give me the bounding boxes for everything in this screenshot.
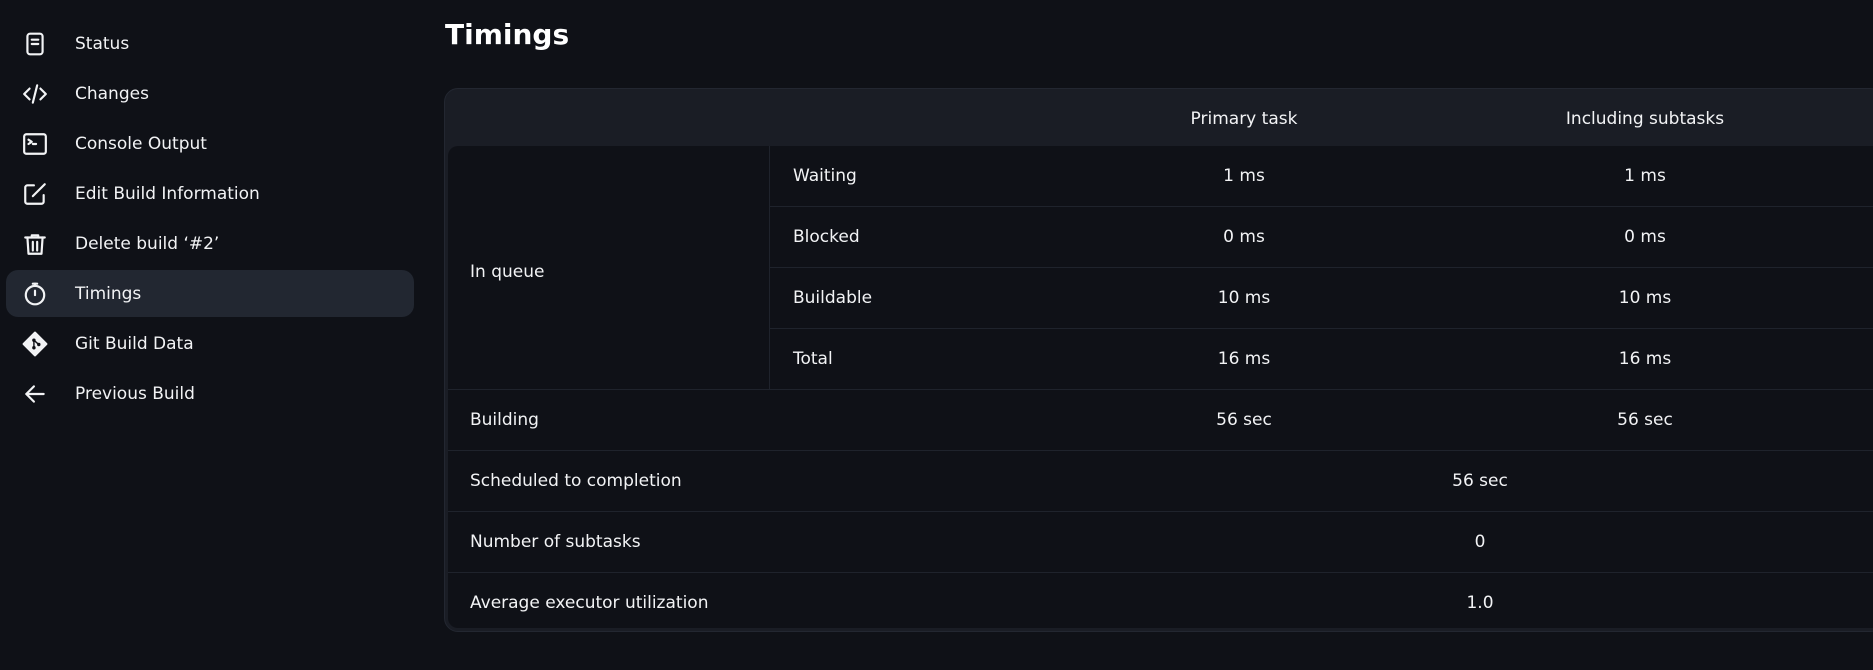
sidebar-item-git-build-data[interactable]: Git Build Data [6, 320, 414, 367]
column-header-primary-task: Primary task [1190, 109, 1298, 129]
table-header: Primary task Including subtasks [445, 89, 1873, 145]
sidebar-item-label: Changes [75, 83, 149, 104]
row-label-buildable: Buildable [793, 288, 873, 308]
terminal-icon [21, 130, 49, 158]
row-label-in-queue: In queue [470, 262, 545, 282]
page: Status Changes Console Output Edit Build… [0, 0, 1873, 670]
arrow-left-icon [21, 380, 49, 408]
sidebar-item-label: Console Output [75, 133, 207, 154]
cell-building-primary: 56 sec [1216, 410, 1272, 430]
cell-waiting-subtasks: 1 ms [1624, 166, 1666, 186]
sidebar-item-delete-build[interactable]: Delete build ‘#2’ [6, 220, 414, 267]
sidebar-item-timings[interactable]: Timings [6, 270, 414, 317]
row-label-scheduled-to-completion: Scheduled to completion [470, 471, 682, 491]
cell-scheduled-value: 56 sec [1452, 471, 1508, 491]
timings-table: Primary task Including subtasks In queue… [444, 88, 1873, 632]
sidebar-item-label: Status [75, 33, 130, 54]
sidebar-item-label: Timings [75, 283, 142, 304]
sidebar-item-status[interactable]: Status [6, 20, 414, 67]
git-icon [21, 330, 49, 358]
divider [448, 450, 1873, 451]
row-label-blocked: Blocked [793, 227, 860, 247]
sidebar-item-label: Previous Build [75, 383, 195, 404]
sidebar-item-label: Edit Build Information [75, 183, 260, 204]
cell-waiting-primary: 1 ms [1223, 166, 1265, 186]
column-header-including-subtasks: Including subtasks [1565, 109, 1725, 129]
cell-total-primary: 16 ms [1217, 349, 1271, 369]
cell-subtasks-value: 0 [1474, 532, 1486, 552]
row-label-number-of-subtasks: Number of subtasks [470, 532, 641, 552]
sidebar-item-label: Git Build Data [75, 333, 194, 354]
document-icon [21, 30, 49, 58]
divider [448, 511, 1873, 512]
trash-icon [21, 230, 49, 258]
edit-icon [21, 180, 49, 208]
divider [448, 572, 1873, 573]
sidebar-item-label: Delete build ‘#2’ [75, 233, 220, 254]
row-label-waiting: Waiting [793, 166, 857, 186]
cell-utilization-value: 1.0 [1466, 593, 1494, 613]
sidebar: Status Changes Console Output Edit Build… [6, 20, 414, 420]
divider [770, 328, 1873, 329]
divider [448, 389, 1873, 390]
code-icon [21, 80, 49, 108]
row-label-building: Building [470, 410, 539, 430]
row-label-total: Total [793, 349, 833, 369]
divider [770, 267, 1873, 268]
stopwatch-icon [21, 280, 49, 308]
cell-total-subtasks: 16 ms [1618, 349, 1672, 369]
cell-buildable-subtasks: 10 ms [1618, 288, 1672, 308]
divider [770, 206, 1873, 207]
sidebar-item-previous-build[interactable]: Previous Build [6, 370, 414, 417]
sidebar-item-console-output[interactable]: Console Output [6, 120, 414, 167]
sidebar-item-changes[interactable]: Changes [6, 70, 414, 117]
cell-blocked-primary: 0 ms [1223, 227, 1265, 247]
table-body: In queue Waiting 1 ms 1 ms Blocked 0 ms … [448, 146, 1873, 628]
cell-building-subtasks: 56 sec [1617, 410, 1673, 430]
cell-buildable-primary: 10 ms [1217, 288, 1271, 308]
row-label-average-executor-utilization: Average executor utilization [470, 593, 709, 613]
cell-blocked-subtasks: 0 ms [1624, 227, 1666, 247]
sidebar-item-edit-build-information[interactable]: Edit Build Information [6, 170, 414, 217]
page-title: Timings [445, 18, 570, 51]
